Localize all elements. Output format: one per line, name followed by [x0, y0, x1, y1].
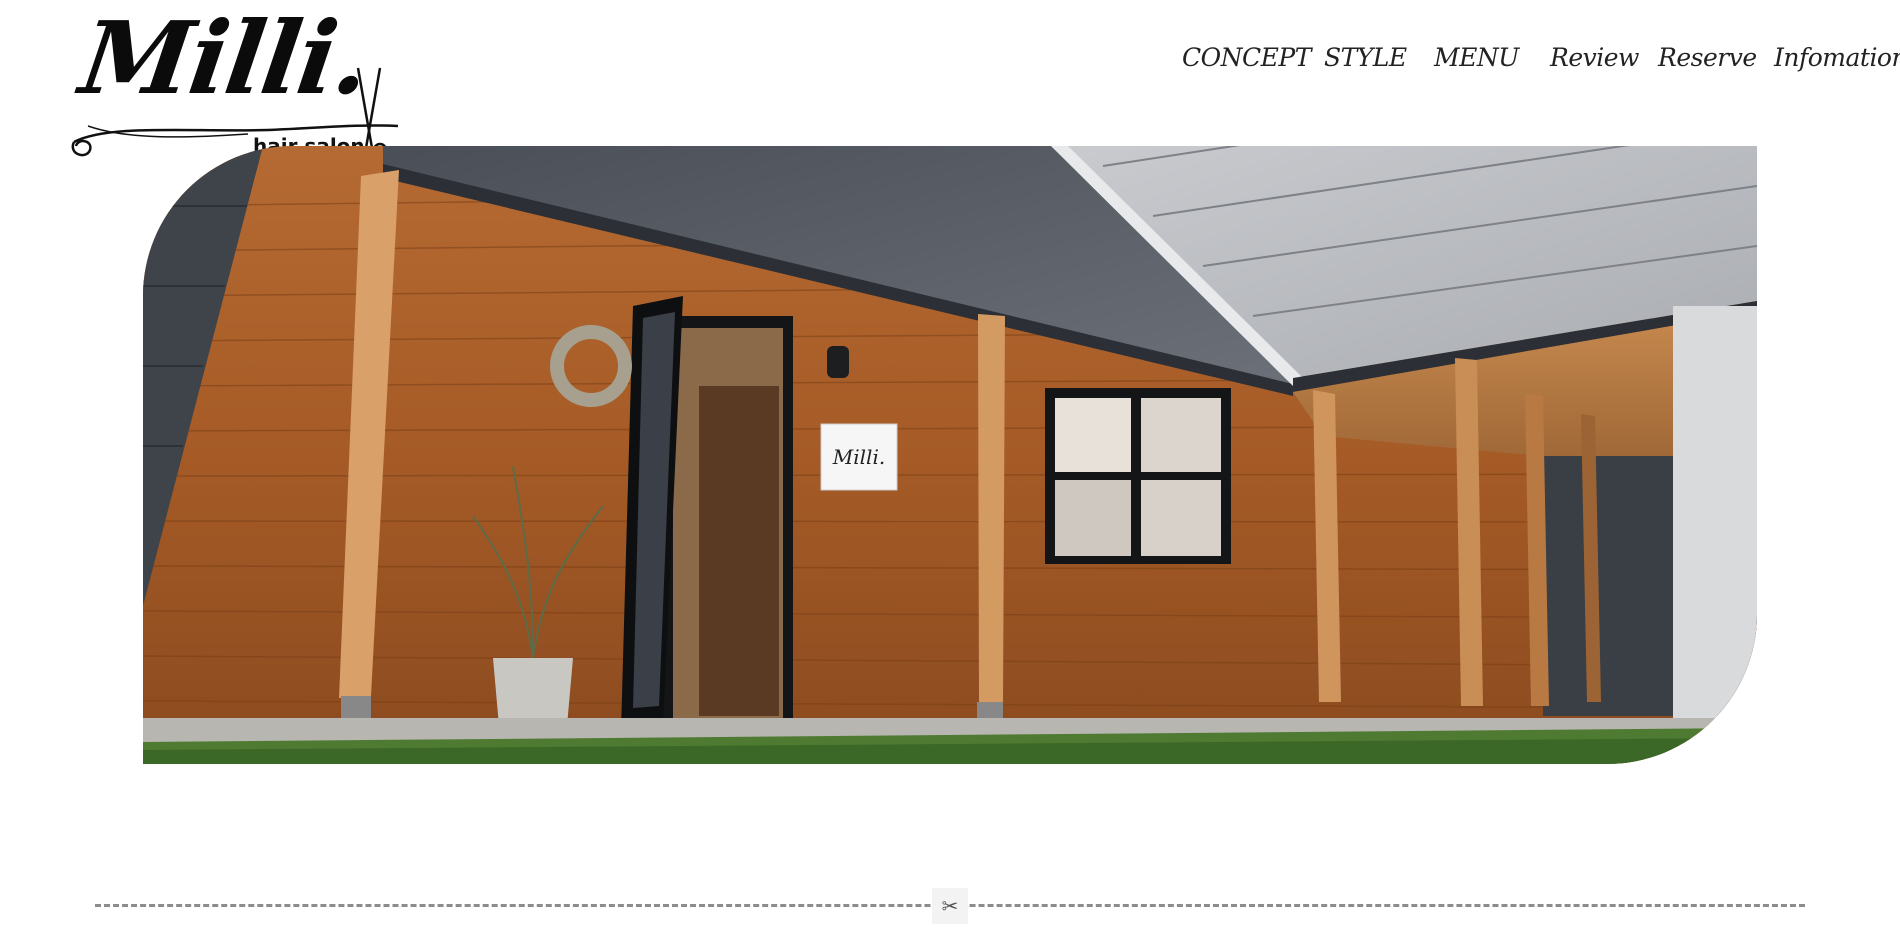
nav-reserve[interactable]: Reserve — [1658, 38, 1757, 78]
logo-wordmark: Milli. — [73, 0, 376, 117]
hero-image: Milli. — [143, 146, 1757, 764]
nav-infomation[interactable]: Infomation — [1774, 38, 1900, 78]
scissors-icon: ✂ — [932, 888, 968, 924]
shop-sign: Milli. — [832, 445, 885, 469]
nav-review[interactable]: Review — [1550, 38, 1639, 78]
nav-menu[interactable]: MENU — [1434, 38, 1519, 78]
main-nav: CONCEPT STYLE MENU Review Reserve Infoma… — [1170, 38, 1900, 78]
nav-style[interactable]: STYLE — [1324, 38, 1407, 78]
site-logo[interactable]: Milli. hair salon — [68, 0, 404, 160]
section-divider: ✂ — [95, 888, 1805, 924]
nav-concept[interactable]: CONCEPT — [1182, 38, 1311, 78]
